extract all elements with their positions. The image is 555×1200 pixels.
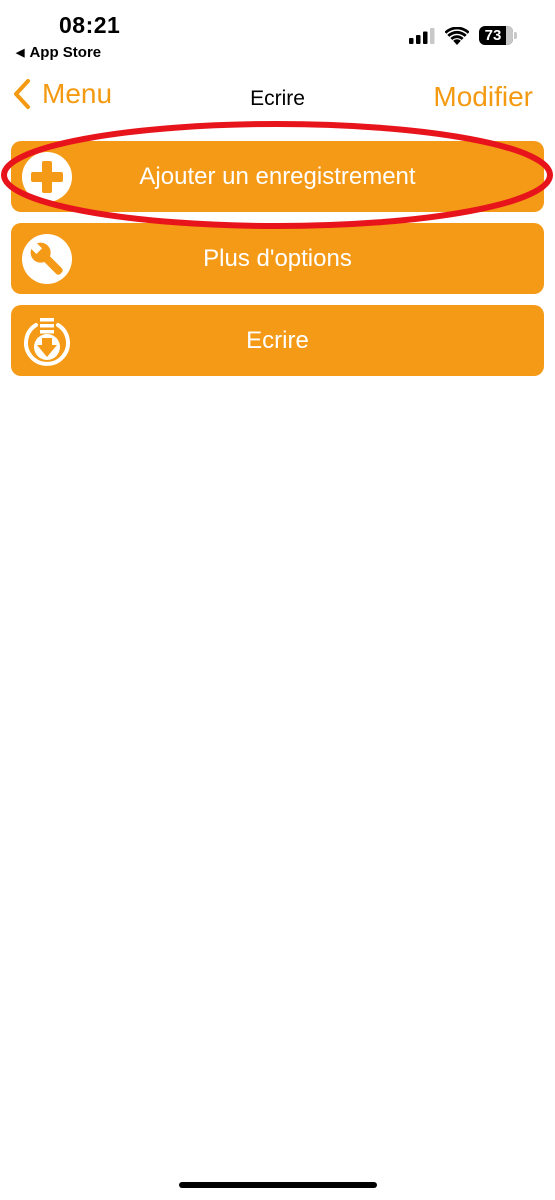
back-to-app-link[interactable]: ◀ App Store <box>16 44 101 61</box>
status-time: 08:21 <box>59 12 121 38</box>
add-record-button[interactable]: Ajouter un enregistrement <box>11 141 544 212</box>
back-to-app-label: App Store <box>29 44 102 61</box>
write-button[interactable]: Ecrire <box>11 305 544 376</box>
home-indicator[interactable] <box>179 1182 377 1188</box>
battery-level: 73 <box>484 27 502 44</box>
status-bar: 08:21 ◀ App Store 73 <box>0 0 555 66</box>
battery-icon: 73 <box>479 26 513 45</box>
wifi-icon <box>445 26 469 45</box>
back-triangle-icon: ◀ <box>16 47 25 59</box>
navigation-bar: Menu Ecrire Modifier <box>0 70 555 126</box>
more-options-label: Plus d'options <box>203 245 352 272</box>
more-options-button[interactable]: Plus d'options <box>11 223 544 294</box>
cellular-signal-icon <box>409 27 435 44</box>
write-label: Ecrire <box>246 327 309 354</box>
status-icons: 73 <box>409 26 517 45</box>
edit-button[interactable]: Modifier <box>433 81 533 113</box>
add-record-label: Ajouter un enregistrement <box>139 163 416 190</box>
